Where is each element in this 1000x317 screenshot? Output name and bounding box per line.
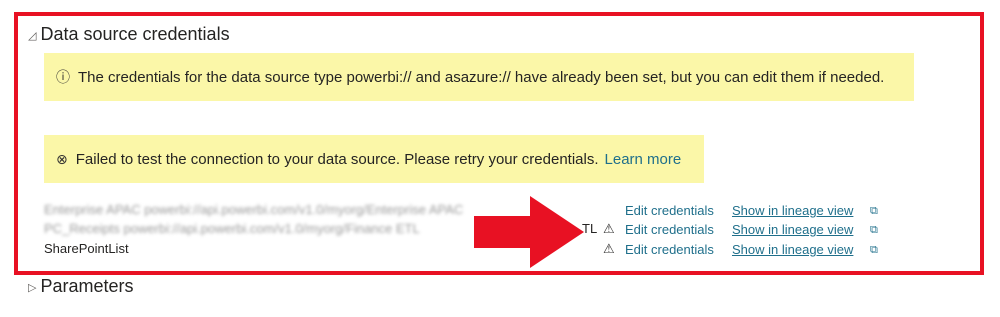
learn-more-link[interactable]: Learn more: [605, 151, 682, 168]
parameters-section-title: Parameters: [40, 276, 134, 296]
show-in-lineage-link[interactable]: Show in lineage view: [732, 203, 853, 218]
edit-credentials-link[interactable]: Edit credentials: [625, 222, 714, 237]
red-arrow-annotation: [474, 196, 584, 268]
show-in-lineage-link[interactable]: Show in lineage view: [732, 222, 853, 237]
warning-icon: ⚠: [603, 241, 615, 256]
error-circle-icon: ⊗: [56, 150, 68, 167]
info-banner-text: The credentials for the data source type…: [78, 68, 885, 86]
external-link-icon[interactable]: ⧉: [870, 205, 878, 218]
error-banner-text: Failed to test the connection to your da…: [75, 150, 599, 168]
edit-credentials-link[interactable]: Edit credentials: [625, 203, 714, 218]
parameters-section-header[interactable]: ▷ Parameters: [28, 276, 134, 297]
show-in-lineage-link[interactable]: Show in lineage view: [732, 242, 853, 257]
expand-triangle-icon: ▷: [28, 282, 37, 294]
warning-icon: ⚠: [603, 221, 615, 236]
info-banner: ⓘ The credentials for the data source ty…: [44, 53, 914, 101]
edit-credentials-link[interactable]: Edit credentials: [625, 242, 714, 257]
info-icon: ⓘ: [56, 69, 70, 85]
credentials-section-header[interactable]: ◿ Data source credentials: [28, 24, 230, 45]
external-link-icon[interactable]: ⧉: [870, 224, 878, 237]
datasource-name: PC_Receipts powerbi://api.powerbi.com/v1…: [44, 221, 420, 236]
collapse-triangle-icon: ◿: [28, 30, 37, 42]
datasource-name: Enterprise APAC powerbi://api.powerbi.co…: [44, 202, 464, 217]
credentials-section-title: Data source credentials: [40, 24, 230, 44]
external-link-icon[interactable]: ⧉: [870, 244, 878, 257]
datasource-name: SharePointList: [44, 241, 129, 256]
error-banner: ⊗ Failed to test the connection to your …: [44, 135, 704, 183]
